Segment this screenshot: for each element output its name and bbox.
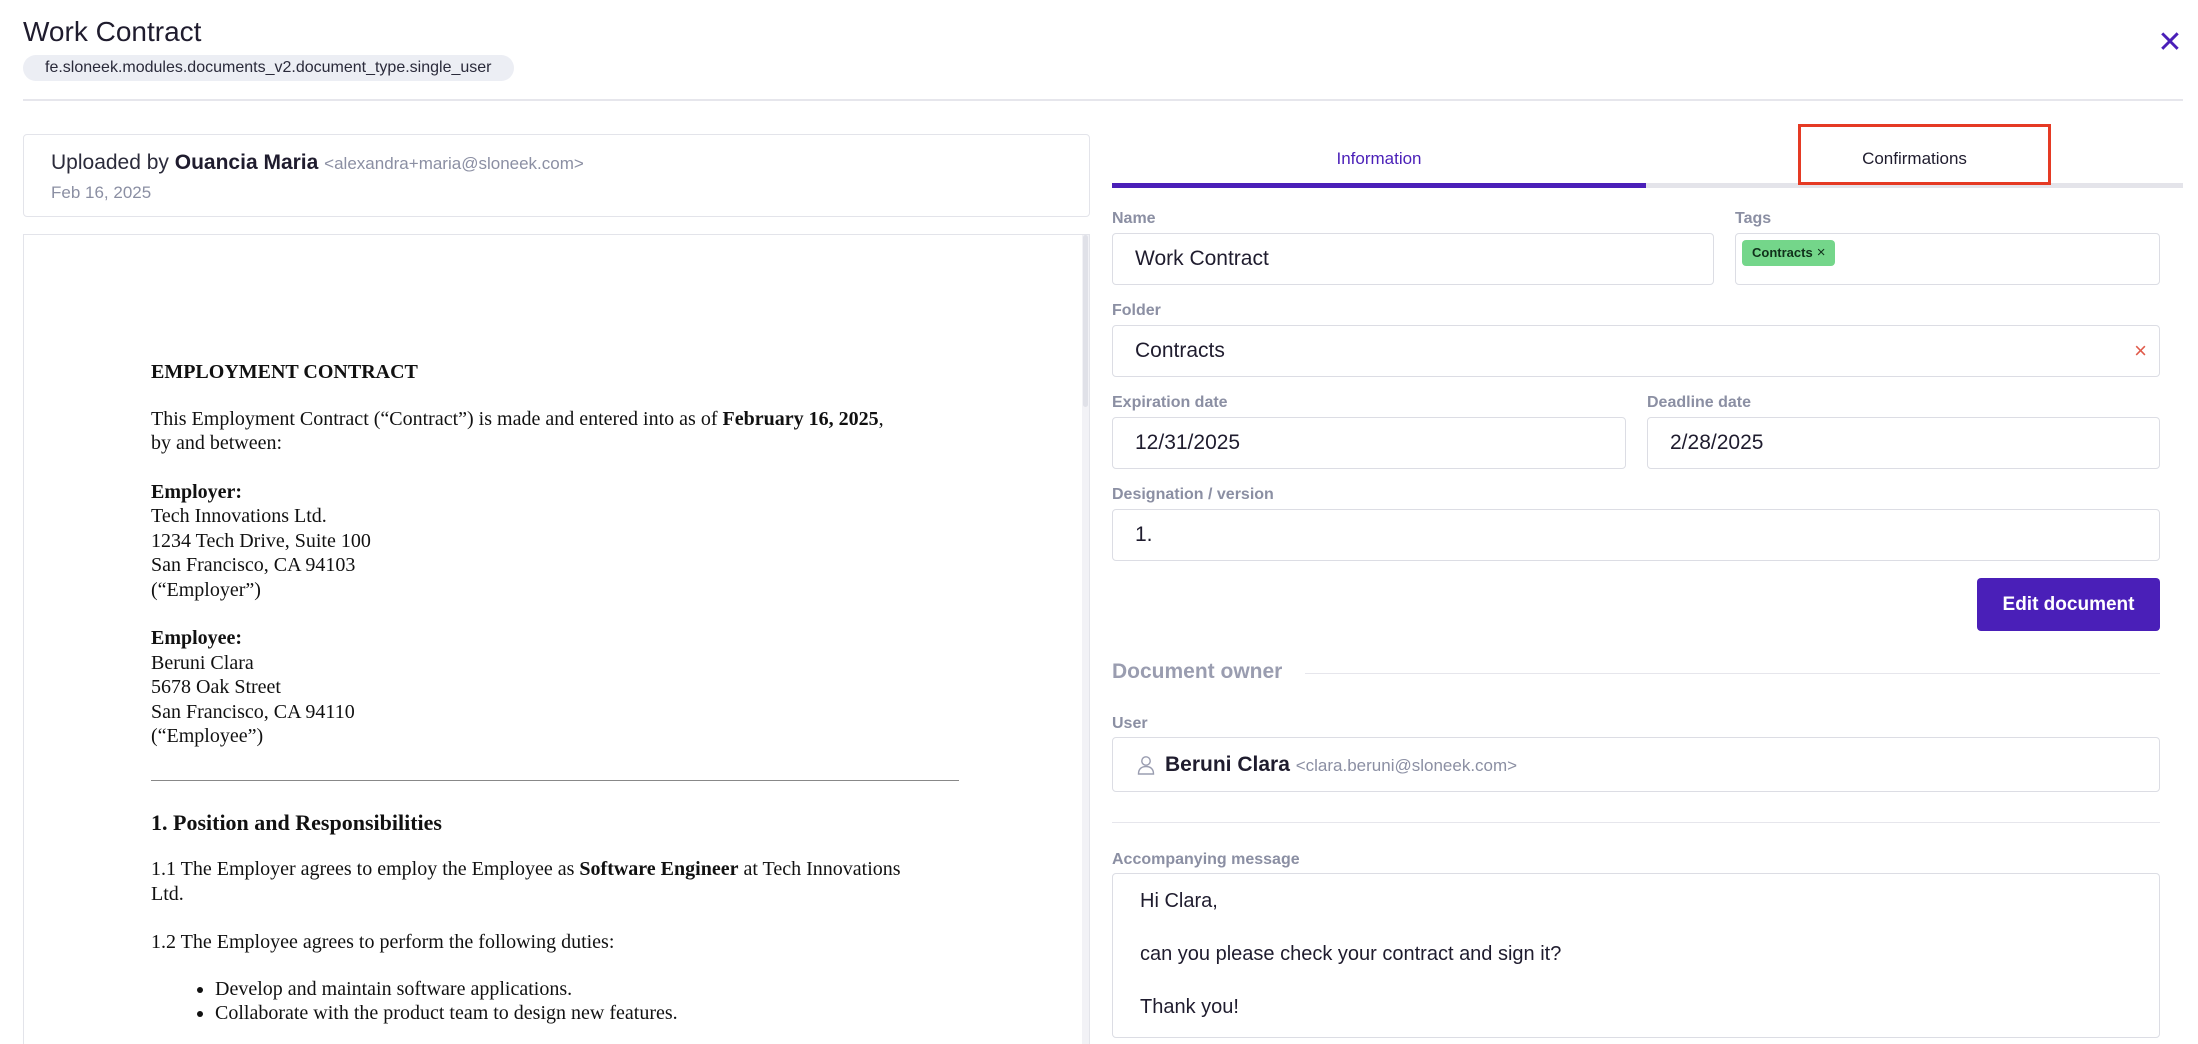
close-icon[interactable]: ✕: [2157, 28, 2183, 58]
tags-field[interactable]: Contracts ×: [1735, 233, 2160, 285]
folder-value: Contracts: [1135, 339, 1225, 362]
section-divider: [1112, 822, 2160, 823]
document-divider: [151, 779, 959, 781]
clause-1-2: 1.2 The Employee agrees to perform the f…: [151, 931, 615, 953]
section-1-title: 1. Position and Responsibilities: [151, 809, 442, 835]
upload-date: Feb 16, 2025: [51, 183, 152, 202]
folder-select[interactable]: Contracts ×: [1112, 325, 2160, 377]
document-heading: EMPLOYMENT CONTRACT: [151, 361, 418, 383]
employer-line: San Francisco, CA 94103: [151, 554, 356, 576]
employer-block: Employer: Tech Innovations Ltd. 1234 Tec…: [151, 480, 981, 603]
document-preview[interactable]: EMPLOYMENT CONTRACT This Employment Cont…: [23, 234, 1090, 1044]
employer-label: Employer:: [151, 480, 243, 503]
deadline-date-input[interactable]: 2/28/2025: [1647, 417, 2160, 469]
uploaded-by: Uploaded by Ouancia Maria <alexandra+mar…: [51, 151, 584, 175]
name-label: Name: [1112, 210, 1156, 227]
tag-remove-icon[interactable]: ×: [1817, 244, 1826, 261]
owner-email: <clara.beruni@sloneek.com>: [1295, 756, 1518, 775]
intro-date: February 16, 2025: [722, 407, 879, 430]
clause-role: Software Engineer: [579, 858, 739, 880]
folder-clear-icon[interactable]: ×: [2134, 326, 2147, 376]
version-label: Designation / version: [1112, 486, 1274, 503]
edit-document-button[interactable]: Edit document: [1977, 578, 2160, 631]
intro-comma: ,: [878, 407, 884, 430]
modal-header: Work Contract fe.sloneek.modules.documen…: [23, 0, 2183, 101]
detail-tabs: Information Confirmations: [1112, 134, 2183, 188]
user-label: User: [1112, 715, 1148, 732]
intro-text: This Employment Contract (“Contract”) is…: [151, 407, 723, 430]
uploader-email: <alexandra+maria@sloneek.com>: [324, 154, 584, 173]
document-intro: This Employment Contract (“Contract”) is…: [151, 407, 981, 456]
user-select[interactable]: Beruni Clara <clara.beruni@sloneek.com>: [1112, 737, 2160, 792]
message-line: Thank you!: [1140, 996, 1239, 1018]
employee-line: (“Employee”): [151, 725, 264, 747]
document-content: EMPLOYMENT CONTRACT This Employment Cont…: [151, 360, 981, 1026]
employer-line: Tech Innovations Ltd.: [151, 505, 327, 527]
owner-name: Beruni Clara: [1165, 753, 1290, 776]
document-owner-title: Document owner: [1112, 660, 1283, 683]
intro-text-2: by and between:: [151, 432, 283, 454]
employer-line: (“Employer”): [151, 578, 261, 601]
section-divider: [1305, 673, 2160, 674]
list-item: Collaborate with the product team to des…: [215, 1001, 981, 1026]
tab-confirmations[interactable]: Confirmations: [1646, 134, 2183, 188]
owner-name-line: Beruni Clara <clara.beruni@sloneek.com>: [1165, 753, 1517, 777]
accompanying-message-textarea[interactable]: Hi Clara, can you please check your cont…: [1112, 873, 2160, 1038]
upload-info-card: Uploaded by Ouancia Maria <alexandra+mar…: [23, 134, 1090, 217]
document-type-badge: fe.sloneek.modules.documents_v2.document…: [23, 55, 514, 81]
expiration-date-input[interactable]: 12/31/2025: [1112, 417, 1626, 469]
employee-line: Beruni Clara: [151, 651, 254, 674]
name-field[interactable]: Work Contract: [1112, 233, 1714, 285]
message-line: Hi Clara,: [1140, 890, 1218, 912]
uploaded-by-prefix: Uploaded by: [51, 151, 169, 174]
user-icon: [1137, 756, 1155, 775]
employee-block: Employee: Beruni Clara 5678 Oak Street S…: [151, 626, 981, 749]
deadline-date-label: Deadline date: [1647, 394, 1752, 411]
uploader-name: Ouancia Maria: [174, 151, 319, 174]
version-input[interactable]: 1.: [1112, 509, 2160, 561]
employee-line: San Francisco, CA 94110: [151, 700, 355, 723]
message-label: Accompanying message: [1112, 851, 1300, 868]
page-title: Work Contract: [23, 16, 202, 47]
tab-information[interactable]: Information: [1112, 134, 1646, 188]
tags-label: Tags: [1735, 210, 1772, 227]
list-item: Develop and maintain software applicatio…: [215, 977, 981, 1002]
document-scrollbar[interactable]: [1082, 235, 1089, 1044]
employee-line: 5678 Oak Street: [151, 676, 281, 698]
employer-line: 1234 Tech Drive, Suite 100: [151, 529, 371, 552]
folder-label: Folder: [1112, 302, 1161, 319]
scrollbar-thumb[interactable]: [1083, 235, 1088, 407]
employee-label: Employee:: [151, 627, 243, 649]
clause-1-1: 1.1 The Employer agrees to employ the Em…: [151, 857, 981, 906]
tag-chip[interactable]: Contracts ×: [1742, 240, 1836, 266]
message-line: can you please check your contract and s…: [1140, 943, 1562, 965]
clause-text: 1.1 The Employer agrees to employ the Em…: [151, 858, 580, 880]
expiration-date-label: Expiration date: [1112, 394, 1228, 411]
clause-text: Ltd.: [151, 882, 184, 905]
clause-text: at Tech Innovations: [738, 858, 901, 880]
duties-list: Develop and maintain software applicatio…: [151, 977, 981, 1026]
tag-label: Contracts: [1752, 245, 1813, 260]
